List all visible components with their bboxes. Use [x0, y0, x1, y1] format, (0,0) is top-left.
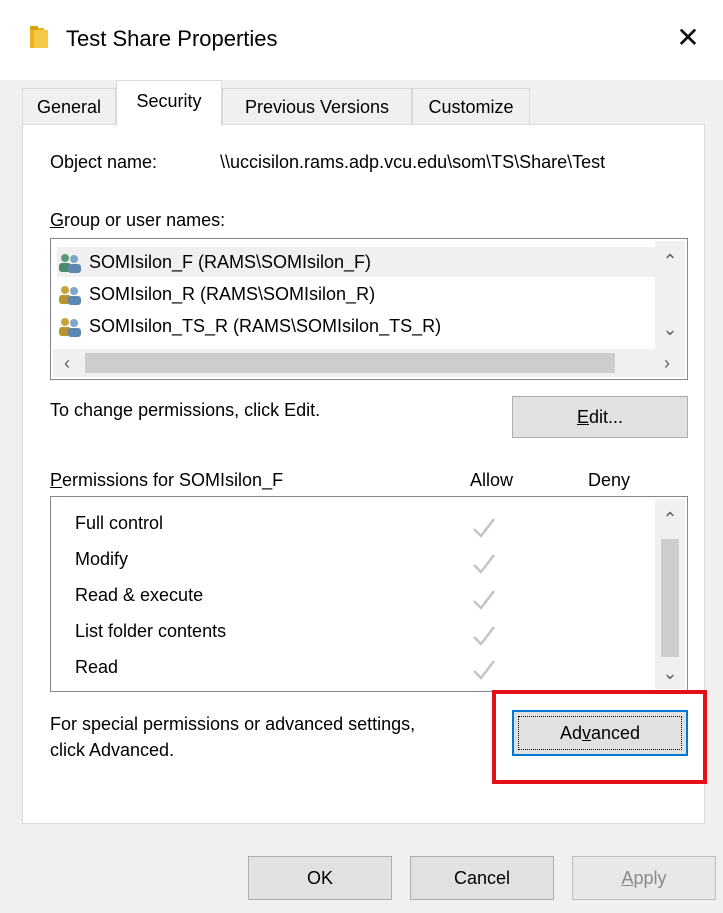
allow-column-header: Allow [470, 470, 514, 490]
horizontal-scroll-thumb[interactable] [85, 353, 615, 373]
cancel-label: Cancel [453, 868, 511, 888]
advanced-hint-line1: For special permissions or advanced sett… [50, 714, 416, 734]
scroll-left-icon[interactable]: ‹ [55, 351, 79, 375]
tab-customize[interactable]: Customize [412, 88, 530, 126]
folder-icon [30, 26, 48, 48]
title-bar: Test Share Properties ✕ [0, 0, 723, 80]
change-permissions-text: To change permissions, click Edit. [50, 400, 321, 420]
scroll-up-icon[interactable]: ⌃ [658, 507, 682, 531]
group-list-label: Group or user names: [50, 210, 225, 231]
allow-check-icon [473, 518, 495, 538]
tab-customize-label: Customize [428, 97, 514, 117]
permissions-label-rest: ermissions for SOMIsilon_F [62, 470, 284, 490]
edit-label-rest: dit... [589, 407, 624, 427]
scroll-up-icon[interactable]: ⌃ [658, 249, 682, 273]
allow-check-icon [473, 554, 495, 574]
tab-security-label: Security [136, 91, 202, 111]
close-button[interactable]: ✕ [668, 18, 708, 58]
permission-name: Full control [75, 513, 164, 533]
list-item[interactable]: SOMIsilon_F (RAMS\SOMIsilon_F) [57, 247, 655, 277]
group-name: SOMIsilon_R (RAMS\SOMIsilon_R) [89, 284, 376, 304]
group-label-rest: roup or user names: [64, 210, 226, 230]
object-name-label: Object name: [50, 152, 158, 172]
properties-window: Test Share Properties ✕ General Security… [0, 0, 723, 913]
group-listbox[interactable]: SOMIsilon_F (RAMS\SOMIsilon_F) SOMIsilon… [50, 238, 688, 380]
allow-check-icon [473, 660, 495, 680]
object-name-value: \\uccisilon.rams.adp.vcu.edu\som\TS\Shar… [220, 152, 606, 172]
vertical-scroll-thumb[interactable] [661, 539, 679, 657]
group-vertical-scrollbar[interactable]: ⌃ ⌄ [655, 241, 685, 349]
permissions-vertical-scrollbar[interactable]: ⌃ ⌄ [655, 499, 685, 689]
tab-general-label: General [36, 97, 102, 117]
tab-general[interactable]: General [22, 88, 116, 126]
apply-button[interactable]: Apply [572, 856, 716, 900]
group-name: SOMIsilon_TS_R (RAMS\SOMIsilon_TS_R) [89, 316, 442, 336]
tab-previous-versions-label: Previous Versions [244, 97, 390, 117]
permission-name: Read [75, 657, 119, 677]
scroll-down-icon[interactable]: ⌄ [658, 661, 682, 685]
scroll-right-icon[interactable]: › [655, 351, 679, 375]
ok-button[interactable]: OK [248, 856, 392, 900]
permission-name: List folder contents [75, 621, 227, 641]
group-label-mnemonic: G [50, 210, 65, 230]
allow-check-icon [473, 590, 495, 610]
deny-column-header: Deny [588, 470, 631, 490]
allow-check-icon [473, 626, 495, 646]
apply-label-rest: pply [633, 868, 667, 888]
permissions-label: Permissions for SOMIsilon_F [50, 470, 283, 491]
scroll-down-icon[interactable]: ⌄ [658, 317, 682, 341]
apply-mnemonic: A [621, 868, 634, 888]
cancel-button[interactable]: Cancel [410, 856, 554, 900]
tab-previous-versions[interactable]: Previous Versions [222, 88, 412, 126]
list-item[interactable]: SOMIsilon_R (RAMS\SOMIsilon_R) [57, 279, 375, 309]
permissions-mnemonic: P [50, 470, 63, 490]
permissions-listbox: Full control Modify Read & execute List … [50, 496, 688, 692]
group-horizontal-scrollbar[interactable]: ‹ › [53, 349, 685, 377]
users-icon [59, 318, 81, 338]
edit-button[interactable]: Edit... [512, 396, 688, 438]
permission-name: Modify [75, 549, 129, 569]
users-icon [59, 254, 81, 274]
window-title: Test Share Properties [66, 26, 278, 51]
advanced-hint-line2: click Advanced. [50, 740, 175, 760]
users-icon [59, 286, 81, 306]
edit-mnemonic: E [576, 407, 589, 427]
group-name: SOMIsilon_F (RAMS\SOMIsilon_F) [89, 252, 372, 272]
permission-name: Read & execute [75, 585, 204, 605]
tab-security[interactable]: Security [116, 80, 222, 126]
ok-label: OK [306, 868, 333, 888]
list-item[interactable]: SOMIsilon_TS_R (RAMS\SOMIsilon_TS_R) [57, 311, 441, 341]
highlight-annotation-box [492, 690, 707, 784]
close-icon: ✕ [676, 22, 700, 53]
